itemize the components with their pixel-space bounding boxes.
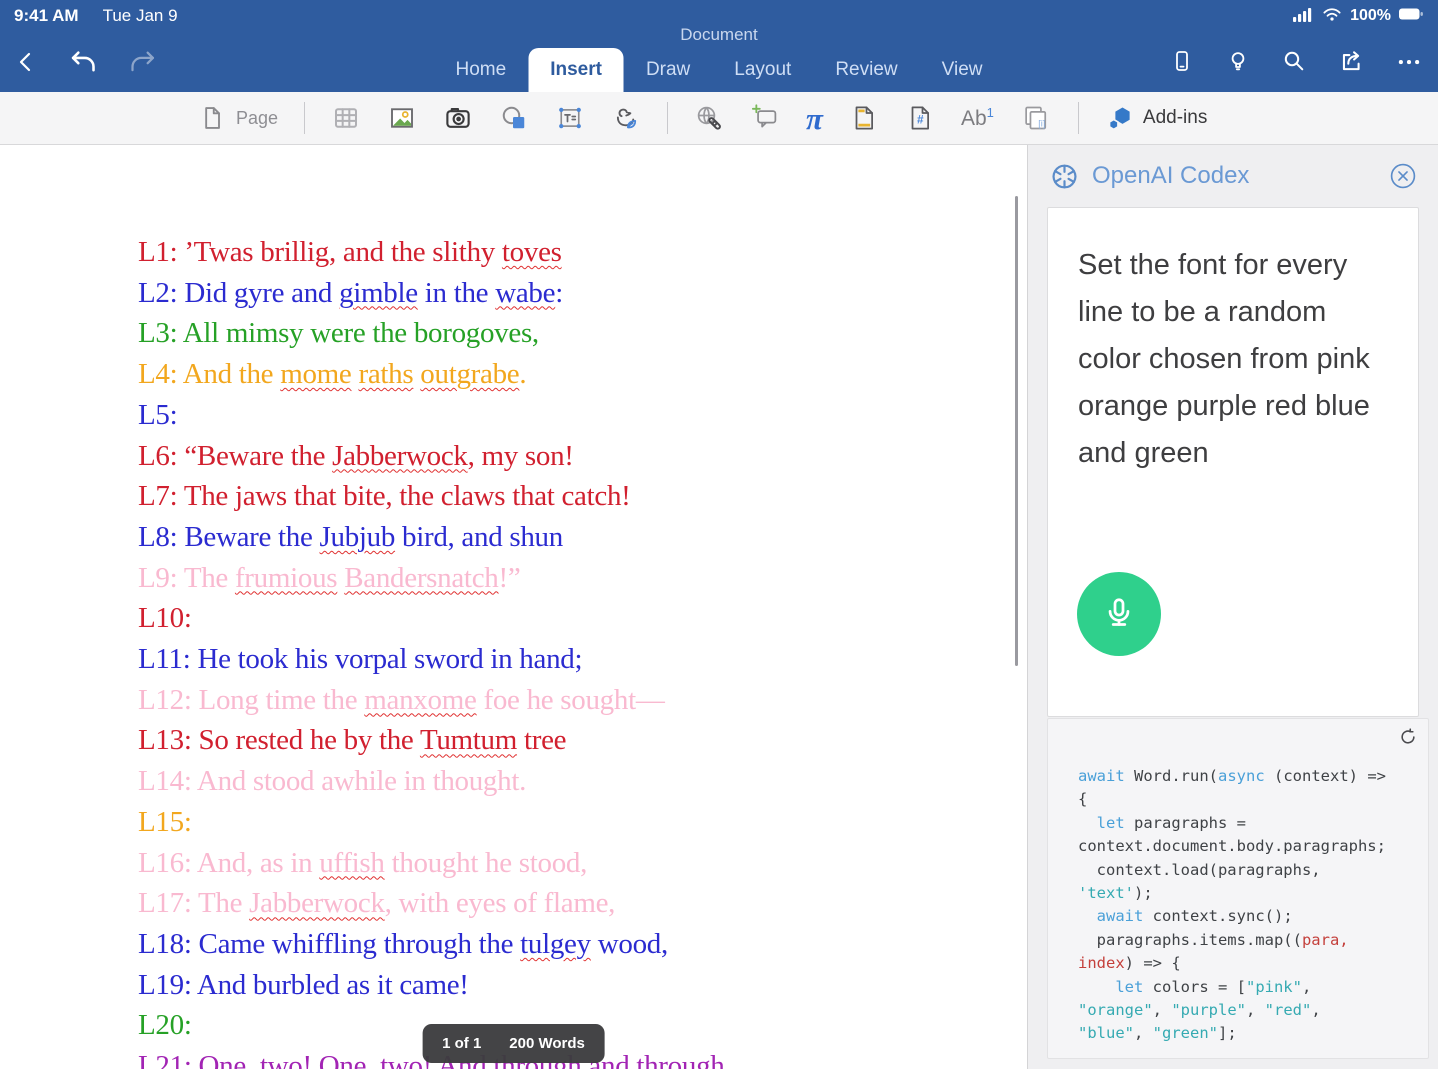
code-card: await Word.run(async (context) =>{ let p… bbox=[1047, 718, 1429, 1059]
refresh-icon bbox=[1398, 727, 1418, 747]
back-button[interactable] bbox=[14, 49, 38, 75]
more-options-icon[interactable] bbox=[1396, 48, 1422, 74]
page-label: Page bbox=[236, 108, 278, 129]
doc-line-L8[interactable]: L8: Beware the Jubjub bird, and shun bbox=[138, 517, 1027, 558]
tab-view[interactable]: View bbox=[920, 48, 1005, 92]
lightbulb-icon[interactable] bbox=[1226, 48, 1250, 74]
word-count-badge[interactable]: 1 of 1 200 Words bbox=[422, 1024, 605, 1063]
panel-title: OpenAI Codex bbox=[1092, 162, 1389, 190]
doc-line-L18[interactable]: L18: Came whiffling through the tulgey w… bbox=[138, 924, 1027, 965]
close-panel-button[interactable] bbox=[1389, 162, 1417, 190]
insert-link-button[interactable] bbox=[694, 103, 724, 133]
divider bbox=[1078, 102, 1079, 134]
document-title: Document bbox=[0, 25, 1438, 45]
word-count: 200 Words bbox=[509, 1035, 585, 1052]
doc-line-L5[interactable]: L5: bbox=[138, 395, 1027, 436]
insert-shapes-button[interactable] bbox=[499, 103, 529, 133]
openai-codex-panel: OpenAI Codex Set the font for every line… bbox=[1027, 145, 1438, 1069]
code-line: index) => { bbox=[1078, 952, 1418, 975]
divider bbox=[667, 102, 668, 134]
doc-line-L3[interactable]: L3: All mimsy were the borogoves, bbox=[138, 313, 1027, 354]
insert-camera-button[interactable] bbox=[443, 103, 473, 133]
microphone-icon bbox=[1099, 594, 1139, 634]
code-line: "orange", "purple", "red", bbox=[1078, 999, 1418, 1022]
doc-line-L19[interactable]: L19: And burbled as it came! bbox=[138, 965, 1027, 1006]
addins-icon bbox=[1105, 104, 1133, 132]
code-line: context.document.body.paragraphs; bbox=[1078, 835, 1418, 858]
doc-line-L12[interactable]: L12: Long time the manxome foe he sought… bbox=[138, 680, 1027, 721]
document-lines: L1: ’Twas brillig, and the slithy tovesL… bbox=[0, 145, 1027, 1069]
doc-line-L10[interactable]: L10: bbox=[138, 598, 1027, 639]
undo-button[interactable] bbox=[68, 48, 98, 76]
code-line: let paragraphs = bbox=[1078, 812, 1418, 835]
doc-line-L6[interactable]: L6: “Beware the Jabberwock, my son! bbox=[138, 436, 1027, 477]
share-icon[interactable] bbox=[1338, 48, 1364, 74]
page-indicator: 1 of 1 bbox=[442, 1035, 481, 1052]
tab-layout[interactable]: Layout bbox=[712, 48, 813, 92]
doc-line-L11[interactable]: L11: He took his vorpal sword in hand; bbox=[138, 639, 1027, 680]
insert-header-footer-button[interactable] bbox=[849, 103, 879, 133]
search-icon[interactable] bbox=[1282, 48, 1306, 74]
code-line: await Word.run(async (context) => bbox=[1078, 765, 1418, 788]
mobile-view-icon[interactable] bbox=[1170, 48, 1194, 74]
prompt-text: Set the font for every line to be a rand… bbox=[1048, 208, 1395, 477]
doc-line-L9[interactable]: L9: The frumious Bandersnatch!” bbox=[138, 558, 1027, 599]
tab-home[interactable]: Home bbox=[434, 48, 529, 92]
insert-ribbon: Page bbox=[0, 92, 1438, 145]
doc-line-L1[interactable]: L1: ’Twas brillig, and the slithy toves bbox=[138, 232, 1027, 273]
insert-page-number-button[interactable]: # bbox=[905, 103, 935, 133]
addins-button[interactable]: Add-ins bbox=[1105, 104, 1207, 132]
openai-logo-icon bbox=[1049, 161, 1080, 192]
insert-textbox-button[interactable] bbox=[555, 103, 585, 133]
doc-line-L15[interactable]: L15: bbox=[138, 802, 1027, 843]
citation-glyph: [i] bbox=[1038, 118, 1045, 128]
insert-footnote-button[interactable]: Ab1 bbox=[961, 105, 994, 131]
doc-line-L13[interactable]: L13: So rested he by the Tumtum tree bbox=[138, 720, 1027, 761]
code-line: 'text'); bbox=[1078, 882, 1418, 905]
tab-review[interactable]: Review bbox=[813, 48, 919, 92]
divider bbox=[304, 102, 305, 134]
hash-glyph: # bbox=[917, 112, 924, 126]
code-line: await context.sync(); bbox=[1078, 905, 1418, 928]
refresh-button[interactable] bbox=[1398, 727, 1418, 750]
doc-line-L14[interactable]: L14: And stood awhile in thought. bbox=[138, 761, 1027, 802]
doc-line-L7[interactable]: L7: The jaws that bite, the claws that c… bbox=[138, 476, 1027, 517]
insert-page-button[interactable]: Page bbox=[198, 103, 278, 133]
doc-line-L16[interactable]: L16: And, as in uffish thought he stood, bbox=[138, 843, 1027, 884]
status-time: 9:41 AM bbox=[14, 6, 79, 26]
battery-percent: 100% bbox=[1350, 7, 1391, 25]
doc-line-L17[interactable]: L17: The Jabberwock, with eyes of flame, bbox=[138, 883, 1027, 924]
status-bar: 9:41 AM Tue Jan 9 100% bbox=[0, 0, 1438, 28]
title-bar: 9:41 AM Tue Jan 9 100% bbox=[0, 0, 1438, 92]
status-date: Tue Jan 9 bbox=[103, 6, 178, 26]
code-line: paragraphs.items.map((para, bbox=[1078, 929, 1418, 952]
redo-button[interactable] bbox=[128, 48, 158, 76]
doc-line-L4[interactable]: L4: And the mome raths outgrabe. bbox=[138, 354, 1027, 395]
document-page[interactable]: L1: ’Twas brillig, and the slithy tovesL… bbox=[0, 145, 1027, 1069]
pi-icon: π bbox=[806, 103, 823, 134]
tab-insert[interactable]: Insert bbox=[528, 48, 624, 92]
insert-comment-button[interactable] bbox=[750, 103, 780, 133]
addins-label: Add-ins bbox=[1143, 107, 1207, 129]
code-line: let colors = ["pink", bbox=[1078, 976, 1418, 999]
document-scrollbar[interactable] bbox=[1015, 196, 1018, 666]
prompt-card: Set the font for every line to be a rand… bbox=[1047, 207, 1419, 717]
code-line: context.load(paragraphs, bbox=[1078, 859, 1418, 882]
insert-equation-button[interactable]: π bbox=[806, 103, 823, 134]
insert-picture-button[interactable] bbox=[387, 103, 417, 133]
close-icon bbox=[1389, 162, 1417, 190]
microphone-button[interactable] bbox=[1077, 572, 1161, 656]
insert-citation-button[interactable]: [i] bbox=[1020, 103, 1052, 133]
insert-table-button[interactable] bbox=[331, 103, 361, 133]
tab-draw[interactable]: Draw bbox=[624, 48, 712, 92]
ribbon-tabs: HomeInsertDrawLayoutReviewView bbox=[434, 48, 1005, 92]
doc-line-L2[interactable]: L2: Did gyre and gimble in the wabe: bbox=[138, 273, 1027, 314]
code-block[interactable]: await Word.run(async (context) =>{ let p… bbox=[1078, 765, 1418, 1046]
insert-icons-button[interactable] bbox=[611, 103, 641, 133]
code-line: { bbox=[1078, 788, 1418, 811]
code-line: "blue", "green"]; bbox=[1078, 1022, 1418, 1045]
